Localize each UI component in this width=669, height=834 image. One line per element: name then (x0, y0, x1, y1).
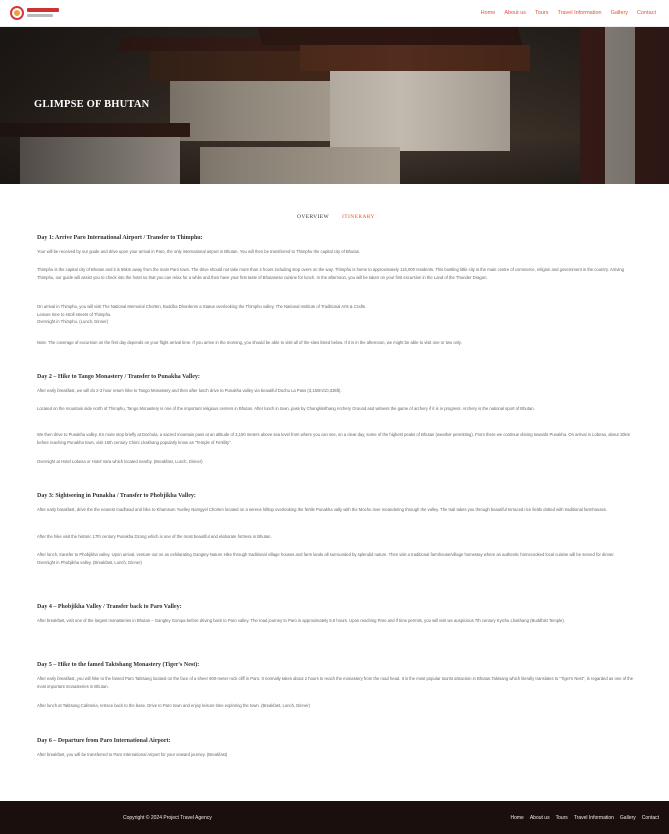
footer-nav-gallery[interactable]: Gallery (620, 815, 636, 821)
day-3-title: Day 3: Sightseeing in Punakha / Transfer… (37, 493, 196, 499)
nav-about-us[interactable]: About us (504, 10, 526, 16)
day-1-paragraph-1: Your will be received by our guide and d… (37, 249, 361, 254)
day-2-paragraph-2: Located on the mountain side north of Th… (37, 406, 535, 411)
day-2-paragraph-3: We then drive to Punakha valley. En rout… (37, 432, 631, 445)
hero-banner: GLIMPSE OF BHUTAN (0, 27, 669, 184)
nav-travel-information[interactable]: Travel Information (557, 10, 601, 16)
day-1-note: Note: The coverage of excursion on the f… (37, 340, 462, 345)
footer-nav-home[interactable]: Home (510, 815, 523, 821)
footer-nav-travel-information[interactable]: Travel Information (574, 815, 614, 821)
main-nav: Home About us Tours Travel Information G… (481, 10, 656, 16)
day-5-paragraph-2: After lunch at Taktsang Cafeteria, retra… (37, 703, 310, 708)
day-1-paragraph-2: Thimphu is the capital city of Bhutan an… (37, 267, 625, 280)
tab-itinerary[interactable]: ITINERARY (342, 214, 375, 220)
day-3-paragraph-2: After the hike visit the historic 17th c… (37, 534, 272, 539)
day-3-paragraph-3: After lunch, transfer to Phobjikha valle… (37, 552, 615, 565)
footer-nav: Home About us Tours Travel Information G… (510, 815, 659, 821)
logo-wordmark (27, 8, 59, 12)
footer-nav-about-us[interactable]: About us (530, 815, 550, 821)
day-2-paragraph-4: Overnight at Hotel Lobesa or Hotel Vara … (37, 459, 203, 464)
day-5-paragraph-1: After early breakfast, you will hike to … (37, 676, 634, 689)
day-2-paragraph-1: After early breakfast, we will do 2-3 ho… (37, 388, 342, 393)
nav-contact[interactable]: Contact (637, 10, 656, 16)
site-header: Home About us Tours Travel Information G… (0, 0, 669, 27)
tab-overview[interactable]: OVERVIEW (297, 214, 329, 220)
page-title: GLIMPSE OF BHUTAN (34, 99, 150, 110)
nav-home[interactable]: Home (481, 10, 496, 16)
logo-tagline (27, 14, 53, 17)
logo-emblem-icon (10, 6, 24, 20)
footer-nav-contact[interactable]: Contact (642, 815, 659, 821)
day-6-title: Day 6 – Departure from Paro Internationa… (37, 738, 171, 744)
day-1-paragraph-3: On arrival in Thimphu, you will visit Th… (37, 304, 367, 325)
footer-nav-tours[interactable]: Tours (556, 815, 568, 821)
day-4-paragraph-1: After breakfast, visit one of the larges… (37, 618, 565, 623)
travel-agency-logo[interactable] (10, 5, 59, 23)
nav-gallery[interactable]: Gallery (611, 10, 628, 16)
day-5-title: Day 5 – Hike to the famed Taktshang Mona… (37, 662, 200, 668)
site-footer: Copyright © 2024 Project Travel Agency H… (0, 801, 669, 834)
day-3-paragraph-1: After early breakfast, drive the the nea… (37, 507, 608, 512)
day-6-paragraph-1: After breakfast, you will be transferred… (37, 752, 228, 757)
day-2-title: Day 2 – Hike to Tango Monastery / Transf… (37, 374, 200, 380)
nav-tours[interactable]: Tours (535, 10, 548, 16)
day-1-title: Day 1: Arrive Paro International Airport… (37, 235, 203, 241)
day-4-title: Day 4 – Phobjikha Valley / Transfer back… (37, 604, 182, 610)
copyright-text: Copyright © 2024 Project Travel Agency (123, 815, 212, 821)
